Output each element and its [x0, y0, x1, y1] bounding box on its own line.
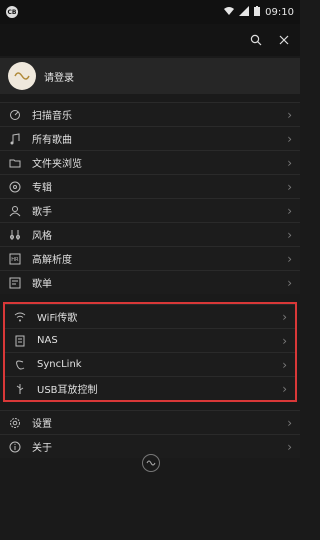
- menu-item-label: 文件夹浏览: [32, 159, 82, 170]
- chevron-right-icon: ›: [287, 251, 292, 266]
- chevron-right-icon: ›: [282, 381, 287, 396]
- menu-item[interactable]: WiFi传歌 ›: [5, 304, 295, 328]
- menu-item[interactable]: 歌手 ›: [0, 198, 300, 222]
- chevron-right-icon: ›: [282, 309, 287, 324]
- menu-group-main: 扫描音乐 › 所有歌曲 › 文件夹浏览 › 专辑 › 歌手 › 风格 › HR 高解析度 › 歌单 ›: [0, 102, 300, 294]
- menu-group-settings: 设置 › 关于 ›: [0, 410, 300, 458]
- menu-item-label: 高解析度: [32, 255, 72, 266]
- menu-item[interactable]: 所有歌曲 ›: [0, 126, 300, 150]
- chevron-right-icon: ›: [287, 415, 292, 430]
- scan-icon: [8, 108, 22, 122]
- chevron-right-icon: ›: [282, 357, 287, 372]
- menu-item-label: 风格: [32, 231, 52, 242]
- login-row[interactable]: 请登录: [0, 58, 300, 94]
- nas-icon: [13, 334, 27, 348]
- album-icon: [8, 180, 22, 194]
- menu-group-connections: WiFi传歌 › NAS › SyncLink › USB耳放控制 ›: [3, 302, 297, 402]
- synclink-icon: [13, 358, 27, 372]
- menu-item-label: 扫描音乐: [32, 111, 72, 122]
- usb-icon: [13, 382, 27, 396]
- person-icon: [8, 204, 22, 218]
- wifi-status-icon: [224, 6, 235, 19]
- menu-item-label: 歌单: [32, 279, 52, 290]
- settings-icon: [8, 416, 22, 430]
- chevron-right-icon: ›: [282, 333, 287, 348]
- music-note-icon: [8, 132, 22, 146]
- wifi-icon: [13, 310, 27, 324]
- chevron-right-icon: ›: [287, 275, 292, 290]
- chevron-right-icon: ›: [287, 203, 292, 218]
- clock: 09:10: [265, 6, 294, 18]
- menu-item[interactable]: 设置 ›: [0, 410, 300, 434]
- top-toolbar: [0, 24, 300, 56]
- menu-item[interactable]: 文件夹浏览 ›: [0, 150, 300, 174]
- folder-icon: [8, 156, 22, 170]
- battery-icon: [254, 5, 261, 19]
- chevron-right-icon: ›: [287, 131, 292, 146]
- menu-item[interactable]: 专辑 ›: [0, 174, 300, 198]
- close-icon[interactable]: [276, 32, 292, 48]
- menu-item[interactable]: HR 高解析度 ›: [0, 246, 300, 270]
- genre-icon: [8, 228, 22, 242]
- playlist-icon: [8, 276, 22, 290]
- menu-item-label: USB耳放控制: [37, 385, 98, 396]
- menu-item-label: SyncLink: [37, 359, 82, 370]
- menu-item[interactable]: SyncLink ›: [5, 352, 295, 376]
- chevron-right-icon: ›: [287, 227, 292, 242]
- status-bar: CB 09:10: [0, 0, 300, 24]
- menu-item-label: 专辑: [32, 183, 52, 194]
- chevron-right-icon: ›: [287, 439, 292, 454]
- search-icon[interactable]: [248, 32, 264, 48]
- menu-item-label: 设置: [32, 419, 52, 430]
- signal-icon: [239, 5, 250, 19]
- menu-item-label: 关于: [32, 443, 52, 454]
- menu-item-label: 所有歌曲: [32, 135, 72, 146]
- login-label: 请登录: [44, 72, 74, 84]
- avatar: [8, 62, 36, 90]
- info-icon: [8, 440, 22, 454]
- chevron-right-icon: ›: [287, 107, 292, 122]
- menu-item[interactable]: 扫描音乐 ›: [0, 102, 300, 126]
- menu-item-label: 歌手: [32, 207, 52, 218]
- chevron-right-icon: ›: [287, 179, 292, 194]
- menu-item-label: WiFi传歌: [37, 313, 78, 324]
- svg-text:HR: HR: [11, 257, 19, 263]
- brand-logo-icon: [142, 454, 160, 472]
- status-badge: CB: [6, 6, 18, 18]
- menu-item[interactable]: 风格 ›: [0, 222, 300, 246]
- hires-icon: HR: [8, 252, 22, 266]
- menu-item[interactable]: NAS ›: [5, 328, 295, 352]
- chevron-right-icon: ›: [287, 155, 292, 170]
- menu-item[interactable]: USB耳放控制 ›: [5, 376, 295, 400]
- menu-item[interactable]: 歌单 ›: [0, 270, 300, 294]
- menu-item-label: NAS: [37, 335, 58, 346]
